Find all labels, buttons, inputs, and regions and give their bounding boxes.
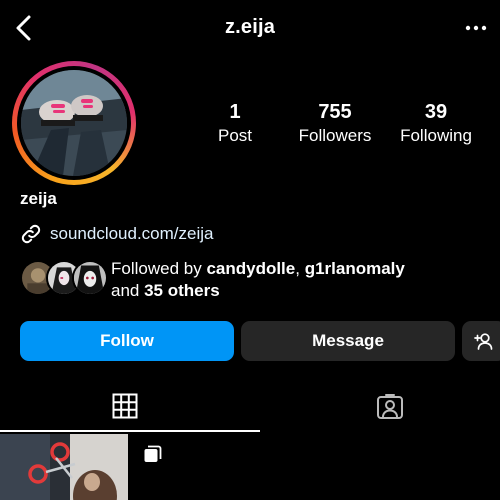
followed-by-prefix: Followed by bbox=[111, 259, 207, 278]
tagged-person-icon bbox=[377, 394, 403, 419]
profile-link[interactable]: soundcloud.com/zeija bbox=[20, 222, 213, 246]
follow-button[interactable]: Follow bbox=[20, 321, 234, 361]
display-name: zeija bbox=[20, 189, 57, 208]
avatar[interactable] bbox=[21, 70, 127, 176]
profile-link-text: soundcloud.com/zeija bbox=[50, 224, 214, 243]
following-count[interactable]: 39 Following bbox=[392, 100, 480, 147]
top-bar: z.eija bbox=[0, 0, 500, 56]
followed-by-and: and bbox=[111, 281, 145, 300]
following-count-label: Following bbox=[400, 126, 472, 145]
followers-count[interactable]: 755 Followers bbox=[290, 100, 380, 147]
followers-count-label: Followers bbox=[298, 126, 372, 145]
tab-posts-grid[interactable] bbox=[0, 380, 250, 432]
suggested-users-button[interactable] bbox=[462, 321, 500, 361]
grid-icon bbox=[112, 393, 138, 419]
following-count-value: 39 bbox=[424, 101, 448, 123]
story-ring[interactable] bbox=[12, 61, 136, 185]
multiple-photos-icon bbox=[144, 445, 162, 462]
followed-by-text: Followed by candydolle, g1rlanomaly and 3… bbox=[111, 258, 491, 302]
profile-username: z.eija bbox=[224, 16, 276, 38]
mutual-user-2[interactable]: g1rlanomaly bbox=[305, 259, 405, 278]
mutual-user-1[interactable]: candydolle bbox=[206, 259, 295, 278]
add-person-icon bbox=[474, 333, 493, 350]
followed-by-separator: , bbox=[295, 259, 305, 278]
posts-count: 1 Post bbox=[200, 100, 270, 147]
post-thumbnail[interactable] bbox=[0, 434, 173, 500]
mutual-avatar-3 bbox=[72, 260, 108, 296]
tab-tagged[interactable] bbox=[265, 380, 500, 432]
message-button[interactable]: Message bbox=[241, 321, 455, 361]
posts-count-value: 1 bbox=[229, 101, 241, 123]
followers-count-value: 755 bbox=[318, 101, 352, 123]
link-icon bbox=[21, 224, 41, 244]
active-tab-indicator bbox=[0, 430, 260, 432]
posts-count-label: Post bbox=[217, 126, 253, 145]
more-horizontal-icon[interactable] bbox=[464, 18, 488, 38]
mutual-others-count[interactable]: 35 others bbox=[144, 281, 220, 300]
